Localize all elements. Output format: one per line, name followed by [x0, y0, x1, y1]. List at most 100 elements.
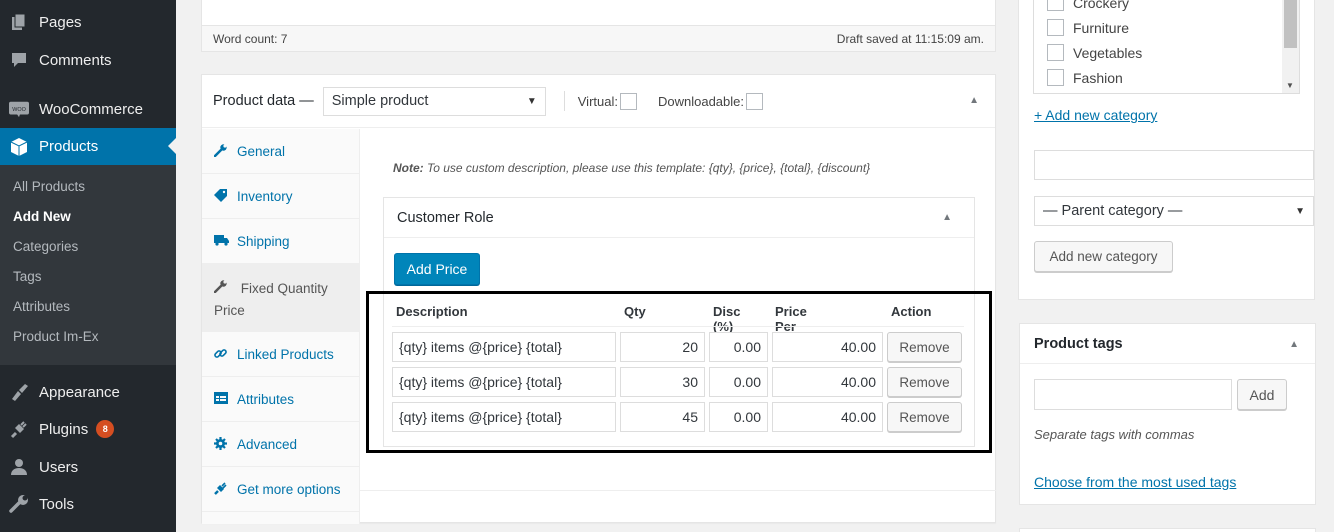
tag-icon [214, 189, 228, 205]
sidebar-item-pages[interactable]: Pages [0, 4, 176, 40]
tab-get-more-options[interactable]: Get more options [202, 467, 359, 512]
collapse-toggle-icon[interactable]: ▲ [942, 212, 952, 223]
disc-input[interactable]: 0.00 [709, 332, 768, 362]
add-price-button[interactable]: Add Price [394, 253, 480, 285]
new-category-input[interactable] [1034, 150, 1314, 180]
tab-fixed-quantity-price[interactable]: Fixed Quantity Price [202, 264, 359, 332]
tab-attributes[interactable]: Attributes [202, 377, 359, 422]
parent-category-select[interactable]: — Parent category — ▼ [1034, 196, 1314, 226]
tab-linked-products[interactable]: Linked Products [202, 332, 359, 377]
chevron-down-icon: ▼ [526, 95, 537, 107]
description-input[interactable]: {qty} items @{price} {total} [392, 402, 616, 432]
remove-button[interactable]: Remove [887, 367, 962, 397]
sidebar-item-label: Pages [39, 13, 82, 31]
virtual-checkbox[interactable] [619, 92, 637, 110]
appearance-icon [9, 382, 29, 402]
category-checkbox[interactable] [1047, 0, 1064, 11]
price-input[interactable]: 40.00 [772, 332, 883, 362]
wrench-icon [213, 144, 228, 160]
category-item-vegetables[interactable]: Vegetables [1047, 44, 1142, 61]
sidebar-item-plugins[interactable]: Plugins 8 [0, 411, 176, 447]
sidebar-item-tools[interactable]: Tools [0, 486, 176, 522]
product-categories-box: Crockery Furniture Vegetables Fashion ▼ … [1018, 0, 1315, 300]
remove-button[interactable]: Remove [887, 402, 962, 432]
header-divider [392, 326, 964, 327]
add-new-category-button[interactable]: Add new category [1034, 241, 1173, 272]
qty-input[interactable]: 30 [620, 367, 705, 397]
list-icon [214, 392, 228, 407]
category-label: Vegetables [1073, 44, 1143, 61]
submenu-tags[interactable]: Tags [0, 262, 176, 292]
scroll-down-arrow-icon[interactable]: ▼ [1286, 81, 1294, 90]
product-tags-box: Product tags ▲ Add Separate tags with co… [1019, 323, 1316, 505]
gear-icon [214, 437, 228, 453]
product-tags-header[interactable]: Product tags ▲ [1020, 324, 1315, 364]
tab-label: Get more options [237, 482, 341, 497]
sidebar-item-appearance[interactable]: Appearance [0, 374, 176, 410]
downloadable-option[interactable]: Downloadable: [658, 92, 763, 110]
header-qty: Qty [624, 304, 646, 319]
customer-role-header[interactable]: Customer Role ▲ [384, 198, 974, 238]
qty-input[interactable]: 20 [620, 332, 705, 362]
submenu-categories[interactable]: Categories [0, 232, 176, 262]
category-item-crockery[interactable]: Crockery [1047, 0, 1129, 11]
category-checkbox[interactable] [1047, 19, 1064, 36]
category-checkbox[interactable] [1047, 69, 1064, 86]
sidebar-item-comments[interactable]: Comments [0, 42, 176, 78]
sidebar-item-products[interactable]: Products [0, 128, 176, 165]
description-input[interactable]: {qty} items @{price} {total} [392, 367, 616, 397]
sidebar-item-label: Comments [39, 51, 112, 69]
collapse-toggle-icon[interactable]: ▲ [1289, 339, 1299, 350]
sidebar-item-label: Tools [39, 495, 75, 513]
price-input[interactable]: 40.00 [772, 367, 883, 397]
virtual-option[interactable]: Virtual: [578, 92, 637, 110]
most-used-tags-link[interactable]: Choose from the most used tags [1034, 474, 1236, 490]
submenu-product-im-ex[interactable]: Product Im-Ex [0, 322, 176, 352]
word-count: Word count: 7 [213, 31, 288, 46]
products-submenu: All Products Add New Categories Tags Att… [0, 165, 176, 365]
add-tag-button[interactable]: Add [1237, 379, 1287, 410]
link-icon [214, 347, 228, 363]
category-item-fashion[interactable]: Fashion [1047, 69, 1123, 86]
sidebar-item-woocommerce[interactable]: WOO WooCommerce [0, 91, 176, 127]
header-disc: Disc (%) [713, 304, 741, 334]
add-new-category-link[interactable]: + Add new category [1034, 107, 1157, 123]
remove-button[interactable]: Remove [887, 332, 962, 362]
tools-icon [9, 494, 29, 514]
product-data-header: Product data — Simple product ▼ Virtual:… [202, 75, 995, 128]
qty-input[interactable]: 45 [620, 402, 705, 432]
collapse-toggle-icon[interactable]: ▲ [969, 95, 979, 106]
submenu-attributes[interactable]: Attributes [0, 292, 176, 322]
category-checkbox[interactable] [1047, 44, 1064, 61]
submenu-all-products[interactable]: All Products [0, 172, 176, 202]
disc-input[interactable]: 0.00 [709, 367, 768, 397]
header-action: Action [891, 304, 932, 319]
sidebar-item-users[interactable]: Users [0, 449, 176, 485]
products-icon [9, 137, 29, 157]
tab-general[interactable]: General [202, 129, 359, 174]
scrollbar-thumb[interactable] [1284, 0, 1297, 48]
tab-shipping[interactable]: Shipping [202, 219, 359, 264]
category-item-furniture[interactable]: Furniture [1047, 19, 1129, 36]
users-icon [9, 457, 29, 477]
product-data-title: Product data — [213, 93, 314, 109]
product-type-select[interactable]: Simple product ▼ [322, 86, 546, 116]
description-input[interactable]: {qty} items @{price} {total} [392, 332, 616, 362]
tab-advanced[interactable]: Advanced [202, 422, 359, 467]
disc-input[interactable]: 0.00 [709, 402, 768, 432]
tab-inventory[interactable]: Inventory [202, 174, 359, 219]
product-tags-title: Product tags [1034, 335, 1123, 352]
downloadable-checkbox[interactable] [746, 92, 763, 110]
category-checklist: Crockery Furniture Vegetables Fashion ▼ [1033, 0, 1300, 94]
category-scrollbar[interactable]: ▼ [1282, 0, 1299, 93]
comments-icon [9, 50, 29, 70]
tab-label: Attributes [237, 392, 295, 407]
submenu-add-new[interactable]: Add New [0, 202, 176, 232]
tab-label: Fixed Quantity Price [214, 281, 328, 318]
admin-sidebar: Pages Comments WOO WooCommerce Products … [0, 0, 176, 532]
draft-status: Draft saved at 11:15:09 am. [836, 31, 984, 46]
price-input[interactable]: 40.00 [772, 402, 883, 432]
wrench-icon [213, 278, 228, 300]
tag-input[interactable] [1034, 379, 1232, 410]
template-note: Note: To use custom description, please … [393, 161, 870, 175]
